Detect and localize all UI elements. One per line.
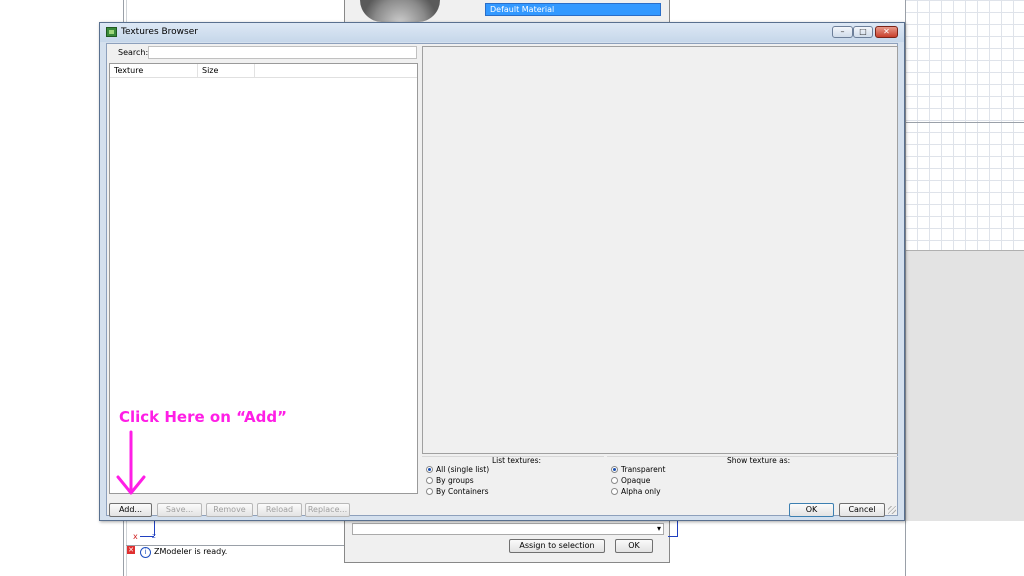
texture-preview-area xyxy=(422,46,898,454)
column-header-size[interactable]: Size xyxy=(198,64,255,77)
dialog-client-area: Search: Texture Size List textures: All … xyxy=(106,43,898,517)
material-panel-bottom: ▾ Assign to selection OK xyxy=(344,520,670,563)
radio-by-groups[interactable]: By groups xyxy=(426,476,474,486)
radio-label: All (single list) xyxy=(436,465,490,474)
status-text: ZModeler is ready. xyxy=(154,547,228,556)
maximize-button[interactable]: □ xyxy=(853,26,873,38)
radio-alpha-only[interactable]: Alpha only xyxy=(611,487,661,497)
tutorial-annotation-text: Click Here on “Add” xyxy=(119,408,287,426)
material-combo[interactable]: ▾ xyxy=(352,523,664,535)
down-arrow-icon xyxy=(116,430,146,495)
radio-label: By groups xyxy=(436,476,474,485)
show-texture-as-group: Show texture as: Transparent Opaque Alph… xyxy=(607,456,898,497)
search-label: Search: xyxy=(118,48,149,57)
radio-all-single-list[interactable]: All (single list) xyxy=(426,465,489,475)
radio-label: Alpha only xyxy=(621,487,661,496)
info-icon: i xyxy=(140,547,151,558)
material-panel: Default Material xyxy=(344,0,670,22)
remove-button[interactable]: Remove xyxy=(206,503,253,517)
texture-list-header: Texture Size xyxy=(110,64,417,78)
radio-transparent[interactable]: Transparent xyxy=(611,465,665,475)
radio-button[interactable] xyxy=(611,488,618,495)
radio-button[interactable] xyxy=(611,466,618,473)
viewport-crosshair xyxy=(905,122,1024,123)
material-list-item[interactable]: Default Material xyxy=(485,3,661,16)
column-header-texture[interactable]: Texture xyxy=(110,64,198,77)
radio-label: Transparent xyxy=(621,465,666,474)
textures-browser-window: Textures Browser – □ ✕ Search: Texture S… xyxy=(99,22,905,521)
material-ok-button[interactable]: OK xyxy=(615,539,653,553)
resize-grip[interactable] xyxy=(888,506,896,514)
status-bar: i ZModeler is ready. xyxy=(126,545,344,559)
background-bottom-viewport xyxy=(905,250,1024,521)
radio-button[interactable] xyxy=(611,477,618,484)
radio-button[interactable] xyxy=(426,477,433,484)
axis-indicator xyxy=(677,520,678,536)
radio-button[interactable] xyxy=(426,466,433,473)
add-button[interactable]: Add... xyxy=(109,503,152,517)
background-grid-viewport xyxy=(905,0,1024,250)
list-textures-group: List textures: All (single list) By grou… xyxy=(422,456,604,497)
material-preview-sphere xyxy=(360,0,440,22)
texture-list[interactable]: Texture Size xyxy=(109,63,418,494)
replace-button[interactable]: Replace... xyxy=(305,503,350,517)
reload-button[interactable]: Reload xyxy=(257,503,302,517)
radio-opaque[interactable]: Opaque xyxy=(611,476,650,486)
show-texture-as-title: Show texture as: xyxy=(727,456,791,465)
search-input[interactable] xyxy=(148,46,417,59)
window-title: Textures Browser xyxy=(121,27,198,37)
chevron-down-icon: ▾ xyxy=(656,524,661,533)
radio-label: By Containers xyxy=(436,487,489,496)
assign-to-selection-button[interactable]: Assign to selection xyxy=(509,539,605,553)
window-titlebar[interactable]: Textures Browser – □ ✕ xyxy=(100,23,904,42)
viewport-divider xyxy=(905,0,906,576)
axis-x-label: x xyxy=(133,532,138,541)
axis-z-label: z xyxy=(152,532,156,540)
axis-indicator xyxy=(668,536,678,537)
radio-button[interactable] xyxy=(426,488,433,495)
ok-button[interactable]: OK xyxy=(789,503,834,517)
list-textures-title: List textures: xyxy=(492,456,542,465)
save-button[interactable]: Save... xyxy=(157,503,202,517)
radio-label: Opaque xyxy=(621,476,651,485)
textures-browser-app-icon xyxy=(106,27,117,37)
radio-by-containers[interactable]: By Containers xyxy=(426,487,489,497)
close-button[interactable]: ✕ xyxy=(875,26,898,38)
minimize-button[interactable]: – xyxy=(832,26,853,38)
cancel-button[interactable]: Cancel xyxy=(839,503,885,517)
